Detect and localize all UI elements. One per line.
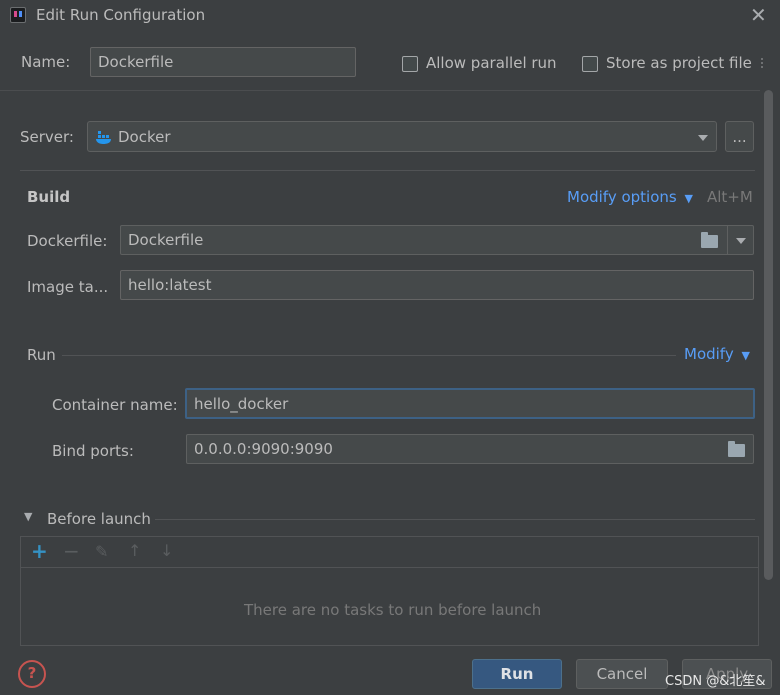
chevron-down-icon [736, 238, 746, 244]
before-launch-title: Before launch [47, 510, 151, 528]
run-section-title: Run [27, 346, 56, 364]
run-divider [62, 355, 676, 356]
container-name-input[interactable] [185, 388, 755, 419]
modify-options-label: Modify options [567, 188, 677, 206]
chevron-down-icon: ▼ [684, 192, 693, 205]
bind-ports-label: Bind ports: [52, 442, 134, 460]
before-launch-divider [155, 519, 755, 520]
before-launch-panel: + − ✎ ↑ ↓ There are no tasks to run befo… [20, 536, 759, 646]
dockerfile-label: Dockerfile: [27, 232, 108, 250]
edit-icon[interactable]: ✎ [95, 542, 108, 561]
modify-run-link[interactable]: Modify ▼ [684, 345, 750, 363]
run-button[interactable]: Run [472, 659, 562, 689]
add-icon[interactable]: + [31, 539, 48, 563]
modify-run-label: Modify [684, 345, 734, 363]
allow-parallel-run-checkbox[interactable] [402, 56, 418, 72]
chevron-down-icon: ▼ [741, 349, 750, 362]
modify-options-link[interactable]: Modify options ▼ [567, 188, 693, 206]
docker-icon [96, 131, 111, 144]
allow-parallel-run-label: Allow parallel run [426, 54, 557, 72]
title-bar: Edit Run Configuration ✕ [0, 0, 780, 32]
header-divider [0, 90, 760, 91]
remove-icon[interactable]: − [63, 539, 80, 563]
app-icon [10, 7, 26, 23]
watermark-text: CSDN @&北笙& [665, 674, 766, 689]
settings-kebab-icon[interactable] [760, 56, 764, 74]
dockerfile-dropdown-button[interactable] [727, 225, 754, 255]
collapse-chevron-icon[interactable]: ▼ [24, 510, 32, 523]
server-browse-button[interactable]: ... [725, 121, 754, 152]
dockerfile-value: Dockerfile [128, 231, 204, 249]
vertical-scrollbar[interactable] [764, 90, 773, 580]
move-down-icon[interactable]: ↓ [160, 541, 173, 560]
name-input[interactable] [90, 47, 356, 77]
dockerfile-field[interactable]: Dockerfile [120, 225, 728, 255]
image-tag-label: Image ta... [27, 278, 109, 296]
move-up-icon[interactable]: ↑ [128, 541, 141, 560]
modify-options-shortcut: Alt+M [707, 188, 753, 206]
server-dropdown[interactable]: Docker [87, 121, 717, 152]
container-name-label: Container name: [52, 396, 178, 414]
store-as-project-file-checkbox[interactable] [582, 56, 598, 72]
window-title: Edit Run Configuration [36, 6, 206, 24]
before-launch-toolbar: + − ✎ ↑ ↓ [21, 537, 758, 568]
image-tag-input[interactable] [120, 270, 754, 300]
chevron-down-icon [698, 135, 708, 141]
before-launch-empty-text: There are no tasks to run before launch [244, 601, 542, 619]
build-section-title: Build [27, 188, 71, 206]
store-as-project-file-label: Store as project file [606, 54, 752, 72]
help-icon[interactable]: ? [18, 660, 46, 688]
folder-icon[interactable] [728, 441, 745, 457]
close-icon[interactable]: ✕ [750, 3, 767, 27]
server-value: Docker [118, 128, 171, 146]
name-label: Name: [21, 53, 71, 71]
bind-ports-field[interactable]: 0.0.0.0:9090:9090 [186, 434, 754, 464]
server-label: Server: [20, 128, 74, 146]
bind-ports-value: 0.0.0.0:9090:9090 [194, 440, 333, 458]
server-divider [20, 170, 755, 171]
folder-icon[interactable] [701, 232, 718, 248]
cancel-button[interactable]: Cancel [576, 659, 668, 689]
